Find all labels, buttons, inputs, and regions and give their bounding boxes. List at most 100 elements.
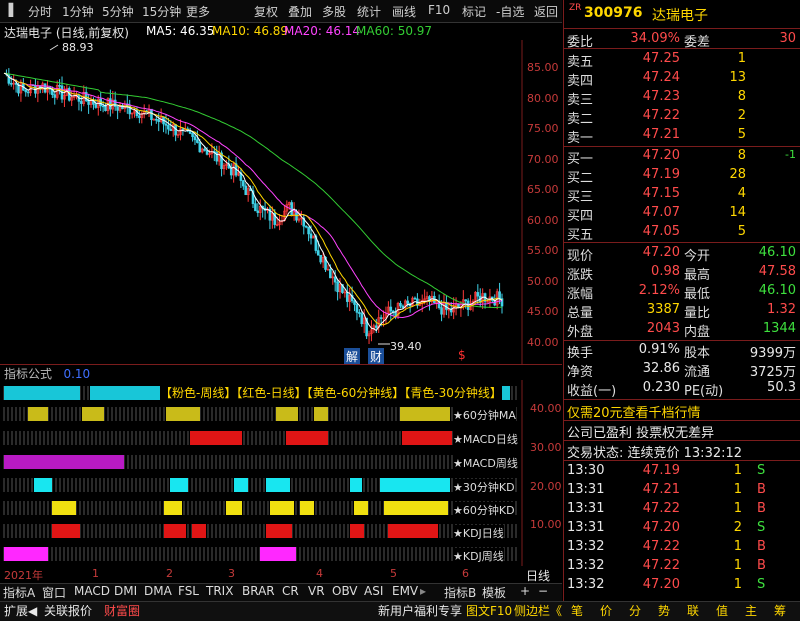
price-tick: 65.00 [527, 183, 559, 196]
btn-zixuan[interactable]: -自选 [496, 3, 524, 20]
band-label: ★MACD日线 [453, 431, 518, 447]
tab-asi[interactable]: ASI [364, 584, 383, 598]
tab-1min[interactable]: 1分钟 [62, 3, 94, 20]
btn-back[interactable]: 返回 [534, 3, 558, 20]
tab-lian[interactable]: 联 [687, 602, 699, 619]
candle-body [104, 105, 107, 111]
new-user-link[interactable]: 新用户福利专享 [378, 602, 462, 619]
tab-dmi[interactable]: DMI [114, 584, 137, 598]
related-quotes-link[interactable]: 关联报价 [44, 602, 92, 619]
candle-body [389, 306, 393, 312]
bid-volume-change: -1 [785, 148, 796, 161]
fortune-circle-link[interactable]: 财富圈 [104, 602, 140, 619]
bid-price[interactable]: 47.05 [620, 224, 680, 239]
candle-body [406, 300, 410, 304]
candlestick-chart[interactable] [0, 40, 562, 365]
tab-bi[interactable]: 笔 [571, 602, 583, 619]
ma60-label: MA60: 50.97 [356, 24, 433, 38]
candle-body [333, 276, 337, 283]
btn-tongji[interactable]: 统计 [357, 3, 381, 20]
tab-more[interactable]: 更多 [186, 3, 210, 20]
btn-biaoji[interactable]: 标记 [462, 3, 486, 20]
candle-body [254, 203, 257, 212]
tab-emv[interactable]: EMV [392, 584, 418, 598]
menu-icon[interactable]: ▐ [4, 3, 13, 17]
ask-price[interactable]: 47.24 [620, 70, 680, 85]
tab-macd[interactable]: MACD [74, 584, 110, 598]
bid-price[interactable]: 47.07 [620, 205, 680, 220]
btn-fuquan[interactable]: 复权 [254, 3, 278, 20]
ma5-label: MA5: 46.35 [146, 24, 215, 38]
tab-fsl[interactable]: FSL [178, 584, 199, 598]
tab-cr[interactable]: CR [282, 584, 299, 598]
bid-price[interactable]: 47.15 [620, 186, 680, 201]
candle-body [464, 299, 468, 302]
bid-price[interactable]: 47.19 [620, 167, 680, 182]
tab-trix[interactable]: TRIX [206, 584, 233, 598]
candle-body [319, 254, 322, 263]
band-block [4, 386, 40, 400]
tick-side: S [757, 463, 766, 478]
bid-price[interactable]: 47.20 [620, 148, 680, 163]
stat-label: 量比 [684, 306, 711, 321]
indicator-legend: 【粉色-周线】【红色-日线】【黄色-60分钟线】【青色-30分钟线】 [160, 384, 502, 401]
tab-template[interactable]: 模板 [482, 584, 506, 601]
tick-price: 47.22 [642, 501, 680, 516]
tick-time: 13:31 [567, 520, 605, 535]
jiejin-marker[interactable]: 解 [344, 348, 361, 365]
tick-time: 13:32 [567, 577, 605, 592]
sidebar-toggle[interactable]: 侧边栏《 [514, 602, 562, 619]
candle-body [358, 312, 361, 314]
btn-f10[interactable]: F10 [428, 3, 450, 17]
stat-value: 1344 [762, 321, 796, 336]
caibao-marker[interactable]: 财 [368, 348, 385, 365]
tab-shi[interactable]: 势 [658, 602, 670, 619]
period-label[interactable]: 日线 [526, 567, 550, 584]
f10-link[interactable]: 图文F10 [466, 602, 512, 619]
tab-vr[interactable]: VR [308, 584, 325, 598]
tab-5min[interactable]: 5分钟 [102, 3, 134, 20]
ask-price[interactable]: 47.21 [620, 127, 680, 142]
tab-brar[interactable]: BRAR [242, 584, 275, 598]
candle-body [113, 99, 117, 107]
stat-value: 0.98 [651, 264, 680, 279]
btn-duogu[interactable]: 多股 [322, 3, 346, 20]
stat-value: 47.20 [642, 245, 680, 260]
weibi-value: 34.09% [630, 31, 680, 46]
stat-value: 50.3 [767, 380, 796, 395]
tick-time: 13:30 [567, 463, 605, 478]
tab-dma[interactable]: DMA [144, 584, 172, 598]
promo-link[interactable]: 仅需20元查看千档行情 [567, 402, 701, 421]
candle-body [304, 225, 308, 228]
band-label: ★30分钟KD [453, 479, 515, 495]
stat-label: 外盘 [567, 325, 594, 340]
tab-obv[interactable]: OBV [332, 584, 358, 598]
btn-huaxian[interactable]: 画线 [392, 3, 416, 20]
tab-fen[interactable]: 分 [629, 602, 641, 619]
band-block [166, 407, 200, 421]
tab-fenshi[interactable]: 分时 [28, 3, 52, 20]
add-icon[interactable]: + [520, 584, 530, 598]
chevron-right-icon[interactable]: ▸ [420, 584, 426, 598]
btn-diejia[interactable]: 叠加 [288, 3, 312, 20]
tab-zhi[interactable]: 值 [716, 602, 728, 619]
candle-body [167, 125, 170, 130]
tab-zhu[interactable]: 主 [745, 602, 757, 619]
expand-button[interactable]: 扩展◀ [4, 602, 37, 619]
bid-volume: 28 [729, 167, 746, 182]
stat-value: 32.86 [642, 361, 680, 376]
tick-side: S [757, 520, 766, 535]
minus-icon[interactable]: − [538, 584, 548, 598]
dividend-marker[interactable]: $ [458, 348, 466, 362]
tick-volume: 1 [733, 539, 742, 554]
tab-window[interactable]: 窗口 [42, 584, 66, 601]
tab-indicator-a[interactable]: 指标A [3, 584, 35, 601]
ask-price[interactable]: 47.22 [620, 108, 680, 123]
ask-price[interactable]: 47.25 [620, 51, 680, 66]
tab-chou[interactable]: 筹 [774, 602, 786, 619]
tab-jia[interactable]: 价 [600, 602, 612, 619]
tab-15min[interactable]: 15分钟 [142, 3, 181, 20]
tab-indicator-b[interactable]: 指标B [444, 584, 476, 601]
ma10-label: MA10: 46.89 [212, 24, 289, 38]
ask-price[interactable]: 47.23 [620, 89, 680, 104]
